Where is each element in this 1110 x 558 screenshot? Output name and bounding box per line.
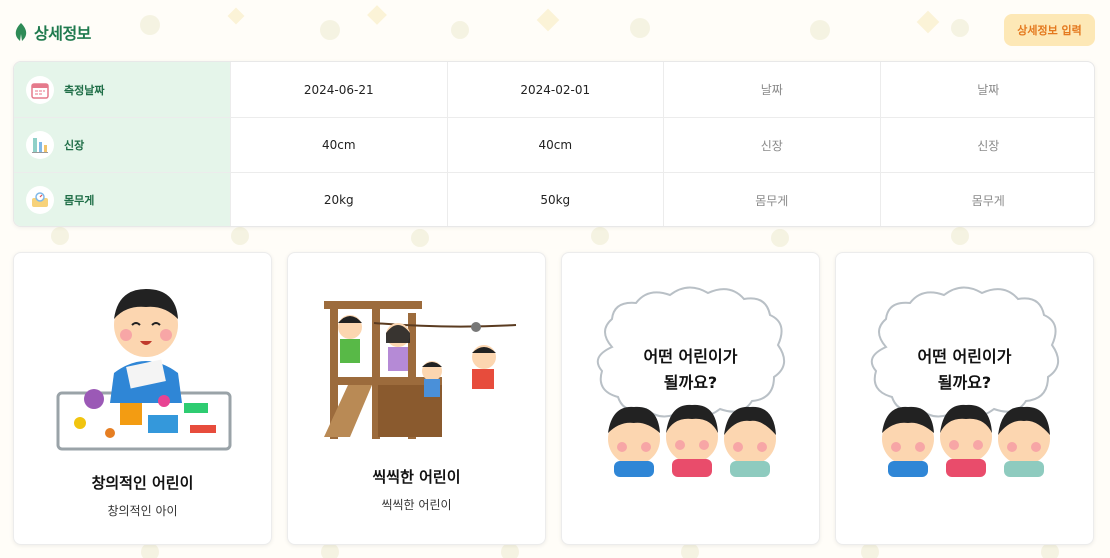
row-header: 측정날짜 — [14, 62, 230, 117]
card-creative-child[interactable]: 창의적인 어린이 창의적인 아이 — [13, 252, 272, 545]
page-title: 상세정보 — [34, 24, 91, 43]
measurement-table: 측정날짜 2024-06-21 2024-02-01 날짜 날짜 신장 40cm… — [13, 61, 1095, 227]
card-unknown-child[interactable]: 어떤 어린이가 될까요? — [835, 252, 1094, 545]
row-label-date: 측정날짜 — [64, 83, 105, 97]
card-title: 씩씩한 어린이 — [372, 468, 461, 486]
card-unknown-child[interactable]: 어떤 어린이가 될까요? — [561, 252, 820, 545]
table-row-height: 신장 40cm 40cm 신장 신장 — [14, 117, 1095, 172]
detail-input-button[interactable]: 상세정보 입력 — [1004, 14, 1095, 46]
table-cell-placeholder: 날짜 — [663, 62, 880, 117]
header: 상세정보 상세정보 입력 — [0, 0, 1110, 60]
bubble-text-line1: 어떤 어린이가 — [917, 347, 1012, 366]
card-title: 창의적인 어린이 — [91, 474, 194, 492]
card-brave-child[interactable]: 씩씩한 어린이 씩씩한 어린이 — [287, 252, 546, 545]
bubble-text-line2: 될까요? — [937, 373, 992, 392]
table-cell-placeholder: 신장 — [879, 118, 1095, 172]
table-cell: 40cm — [446, 118, 664, 172]
scale-icon — [26, 186, 54, 214]
card-subtitle: 창의적인 아이 — [107, 504, 178, 518]
bubble-text-line2: 될까요? — [663, 373, 718, 392]
three-children-thought-bubble-illustration — [870, 286, 1059, 477]
child-crafting-illustration — [56, 289, 232, 451]
bubble-text-line1: 어떤 어린이가 — [643, 347, 738, 366]
table-cell: 50kg — [446, 173, 664, 226]
row-header: 몸무게 — [14, 173, 230, 226]
leaf-icon — [14, 22, 28, 42]
table-cell-placeholder: 몸무게 — [879, 173, 1095, 226]
table-cell: 20kg — [230, 173, 447, 226]
row-label-weight: 몸무게 — [64, 194, 95, 207]
table-cell: 2024-02-01 — [446, 62, 664, 117]
table-cell-placeholder: 몸무게 — [663, 173, 880, 226]
calendar-icon — [26, 75, 54, 104]
table-cell: 40cm — [230, 118, 447, 172]
children-playground-illustration — [324, 301, 517, 439]
card-subtitle: 씩씩한 어린이 — [381, 498, 452, 512]
table-cell-placeholder: 날짜 — [879, 62, 1095, 117]
row-label-height: 신장 — [64, 139, 85, 152]
table-row-date: 측정날짜 2024-06-21 2024-02-01 날짜 날짜 — [14, 62, 1095, 117]
table-cell-placeholder: 신장 — [663, 118, 880, 172]
height-chart-icon — [26, 131, 54, 159]
table-cell: 2024-06-21 — [230, 62, 447, 117]
three-children-thought-bubble-illustration — [596, 286, 785, 477]
table-row-weight: 몸무게 20kg 50kg 몸무게 몸무게 — [14, 172, 1095, 226]
title-group: 상세정보 — [14, 20, 91, 44]
row-header: 신장 — [14, 118, 230, 172]
